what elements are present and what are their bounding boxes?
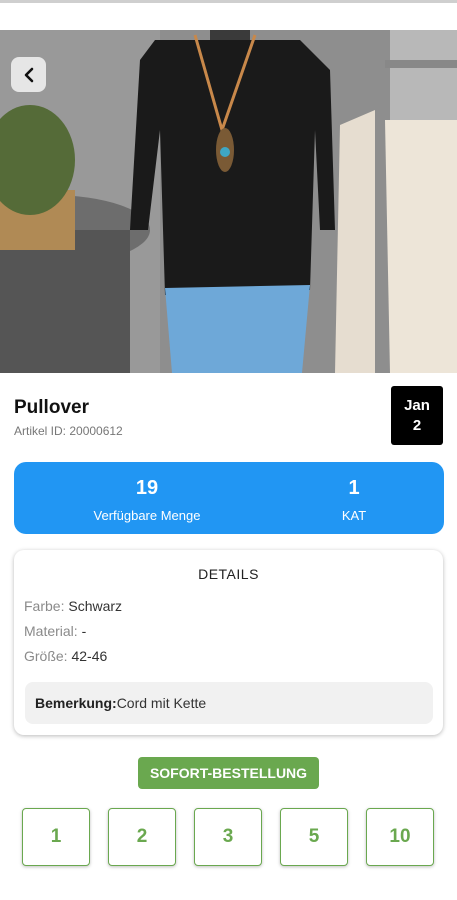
date-badge: Jan 2 xyxy=(391,386,443,445)
quantity-stat: 19 Verfügbare Menge xyxy=(14,462,280,523)
quantity-button-10[interactable]: 10 xyxy=(366,808,434,866)
color-value: Schwarz xyxy=(68,598,123,614)
remark-label: Bemerkung: xyxy=(35,695,117,711)
material-label: Material: xyxy=(24,623,78,639)
remark-value: Cord mit Kette xyxy=(116,695,207,711)
chevron-left-icon xyxy=(24,67,33,82)
kat-value: 1 xyxy=(348,477,360,499)
color-row: Farbe: Schwarz xyxy=(24,598,122,614)
stock-summary: 19 Verfügbare Menge 1 KAT xyxy=(14,462,444,534)
quantity-button-2[interactable]: 2 xyxy=(108,808,176,866)
quantity-button-3[interactable]: 3 xyxy=(194,808,262,866)
material-row: Material: - xyxy=(24,623,86,639)
instant-order-label: SOFORT-BESTELLUNG xyxy=(138,757,319,789)
kat-label: KAT xyxy=(341,508,367,523)
date-day: 2 xyxy=(412,417,422,434)
color-label: Farbe: xyxy=(24,598,65,614)
size-value: 42-46 xyxy=(71,648,108,664)
product-title: Pullover xyxy=(14,397,89,418)
kat-stat: 1 KAT xyxy=(304,462,404,523)
size-row: Größe: 42-46 xyxy=(24,648,107,664)
quantity-button-5[interactable]: 5 xyxy=(280,808,348,866)
status-divider xyxy=(0,0,457,3)
product-image xyxy=(0,30,457,373)
back-button[interactable] xyxy=(11,57,46,92)
quantity-value: 19 xyxy=(135,477,159,499)
quantity-button-1[interactable]: 1 xyxy=(22,808,90,866)
details-heading: DETAILS xyxy=(198,566,259,582)
details-card: DETAILS Farbe: Schwarz Material: - Größe… xyxy=(14,550,443,735)
quantity-label: Verfügbare Menge xyxy=(93,508,201,523)
remark-box: Bemerkung:Cord mit Kette xyxy=(25,682,433,724)
date-month: Jan xyxy=(404,397,430,414)
size-label: Größe: xyxy=(24,648,68,664)
article-id: Artikel ID: 20000612 xyxy=(14,424,123,438)
material-value: - xyxy=(81,623,87,639)
